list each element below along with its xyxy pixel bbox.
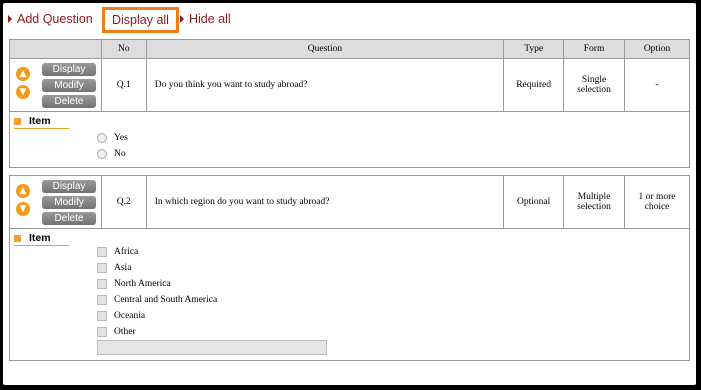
question-type: Required xyxy=(503,58,565,112)
item-heading: Item xyxy=(14,115,69,129)
checkbox[interactable] xyxy=(97,311,107,321)
question-controls: ▲ ▼ Display Modify Delete xyxy=(9,175,102,229)
choice-label: North America xyxy=(114,279,171,289)
header-no: No xyxy=(100,39,147,59)
question-type: Optional xyxy=(503,175,565,229)
question-option: - xyxy=(624,58,690,112)
square-bullet-icon xyxy=(14,117,21,125)
question-controls: ▲ ▼ Display Modify Delete xyxy=(9,58,102,112)
question-table-1: No Question Type Form Option ▲ ▼ Display… xyxy=(9,39,690,168)
question-form: Single selection xyxy=(563,58,626,112)
modify-button[interactable]: Modify xyxy=(42,79,96,92)
question-text: Do you think you want to study abroad? xyxy=(145,58,505,112)
choice-central-south-america[interactable]: Central and South America xyxy=(97,292,217,308)
item-section: Item Yes No xyxy=(9,111,690,168)
choice-asia[interactable]: Asia xyxy=(97,260,217,276)
display-all-label: Display all xyxy=(112,13,169,27)
display-button[interactable]: Display xyxy=(42,180,96,193)
choice-label: Oceania xyxy=(114,311,146,321)
add-question-link[interactable]: Add Question xyxy=(8,12,93,26)
triangle-bullet-icon xyxy=(8,15,12,23)
header-option: Option xyxy=(624,39,690,59)
move-down-icon[interactable]: ▼ xyxy=(16,85,30,99)
radio-button[interactable] xyxy=(97,133,107,143)
choice-label: Yes xyxy=(114,133,128,143)
item-heading: Item xyxy=(14,232,69,246)
question-no: Q.1 xyxy=(100,58,147,112)
move-down-icon[interactable]: ▼ xyxy=(16,202,30,216)
choice-oceania[interactable]: Oceania xyxy=(97,308,217,324)
question-row: ▲ ▼ Display Modify Delete Q.2 In which r… xyxy=(9,175,690,229)
question-option: 1 or more choice xyxy=(624,175,690,229)
choice-other[interactable]: Other xyxy=(97,324,217,340)
checkbox[interactable] xyxy=(97,295,107,305)
hide-all-label: Hide all xyxy=(189,12,231,26)
header-controls xyxy=(9,39,102,59)
choice-list: Yes No xyxy=(97,130,128,162)
choice-yes[interactable]: Yes xyxy=(97,130,128,146)
choice-label: Other xyxy=(114,327,136,337)
display-all-link[interactable]: Display all xyxy=(102,7,179,33)
choice-no[interactable]: No xyxy=(97,146,128,162)
action-bar: Add Question Display all Hide all xyxy=(3,3,696,37)
header-form: Form xyxy=(563,39,626,59)
hide-all-link[interactable]: Hide all xyxy=(180,12,231,26)
header-question: Question xyxy=(145,39,505,59)
choice-north-america[interactable]: North America xyxy=(97,276,217,292)
question-form: Multiple selection xyxy=(563,175,626,229)
checkbox[interactable] xyxy=(97,247,107,257)
question-text: In which region do you want to study abr… xyxy=(145,175,505,229)
display-button[interactable]: Display xyxy=(42,63,96,76)
delete-button[interactable]: Delete xyxy=(42,212,96,225)
move-up-icon[interactable]: ▲ xyxy=(16,67,30,81)
survey-editor-panel: Add Question Display all Hide all No Que… xyxy=(3,3,696,385)
choice-label: Africa xyxy=(114,247,139,257)
delete-button[interactable]: Delete xyxy=(42,95,96,108)
checkbox[interactable] xyxy=(97,263,107,273)
choice-label: Asia xyxy=(114,263,132,273)
choice-list: Africa Asia North America Central and So… xyxy=(97,244,217,340)
header-type: Type xyxy=(503,39,565,59)
square-bullet-icon xyxy=(14,234,21,242)
choice-label: Central and South America xyxy=(114,295,218,305)
question-no: Q.2 xyxy=(100,175,147,229)
triangle-bullet-icon xyxy=(180,15,184,23)
checkbox[interactable] xyxy=(97,279,107,289)
checkbox[interactable] xyxy=(97,327,107,337)
radio-button[interactable] xyxy=(97,149,107,159)
other-text-input[interactable] xyxy=(97,340,327,355)
item-heading-label: Item xyxy=(29,115,51,127)
item-section: Item Africa Asia North America Central a… xyxy=(9,228,690,361)
item-row: Item Africa Asia North America Central a… xyxy=(9,228,690,361)
question-row: ▲ ▼ Display Modify Delete Q.1 Do you thi… xyxy=(9,58,690,112)
move-up-icon[interactable]: ▲ xyxy=(16,184,30,198)
modify-button[interactable]: Modify xyxy=(42,196,96,209)
question-table-2: ▲ ▼ Display Modify Delete Q.2 In which r… xyxy=(9,175,690,361)
item-heading-label: Item xyxy=(29,232,51,244)
item-row: Item Yes No xyxy=(9,111,690,168)
choice-africa[interactable]: Africa xyxy=(97,244,217,260)
choice-label: No xyxy=(114,149,126,159)
add-question-label: Add Question xyxy=(17,12,93,26)
